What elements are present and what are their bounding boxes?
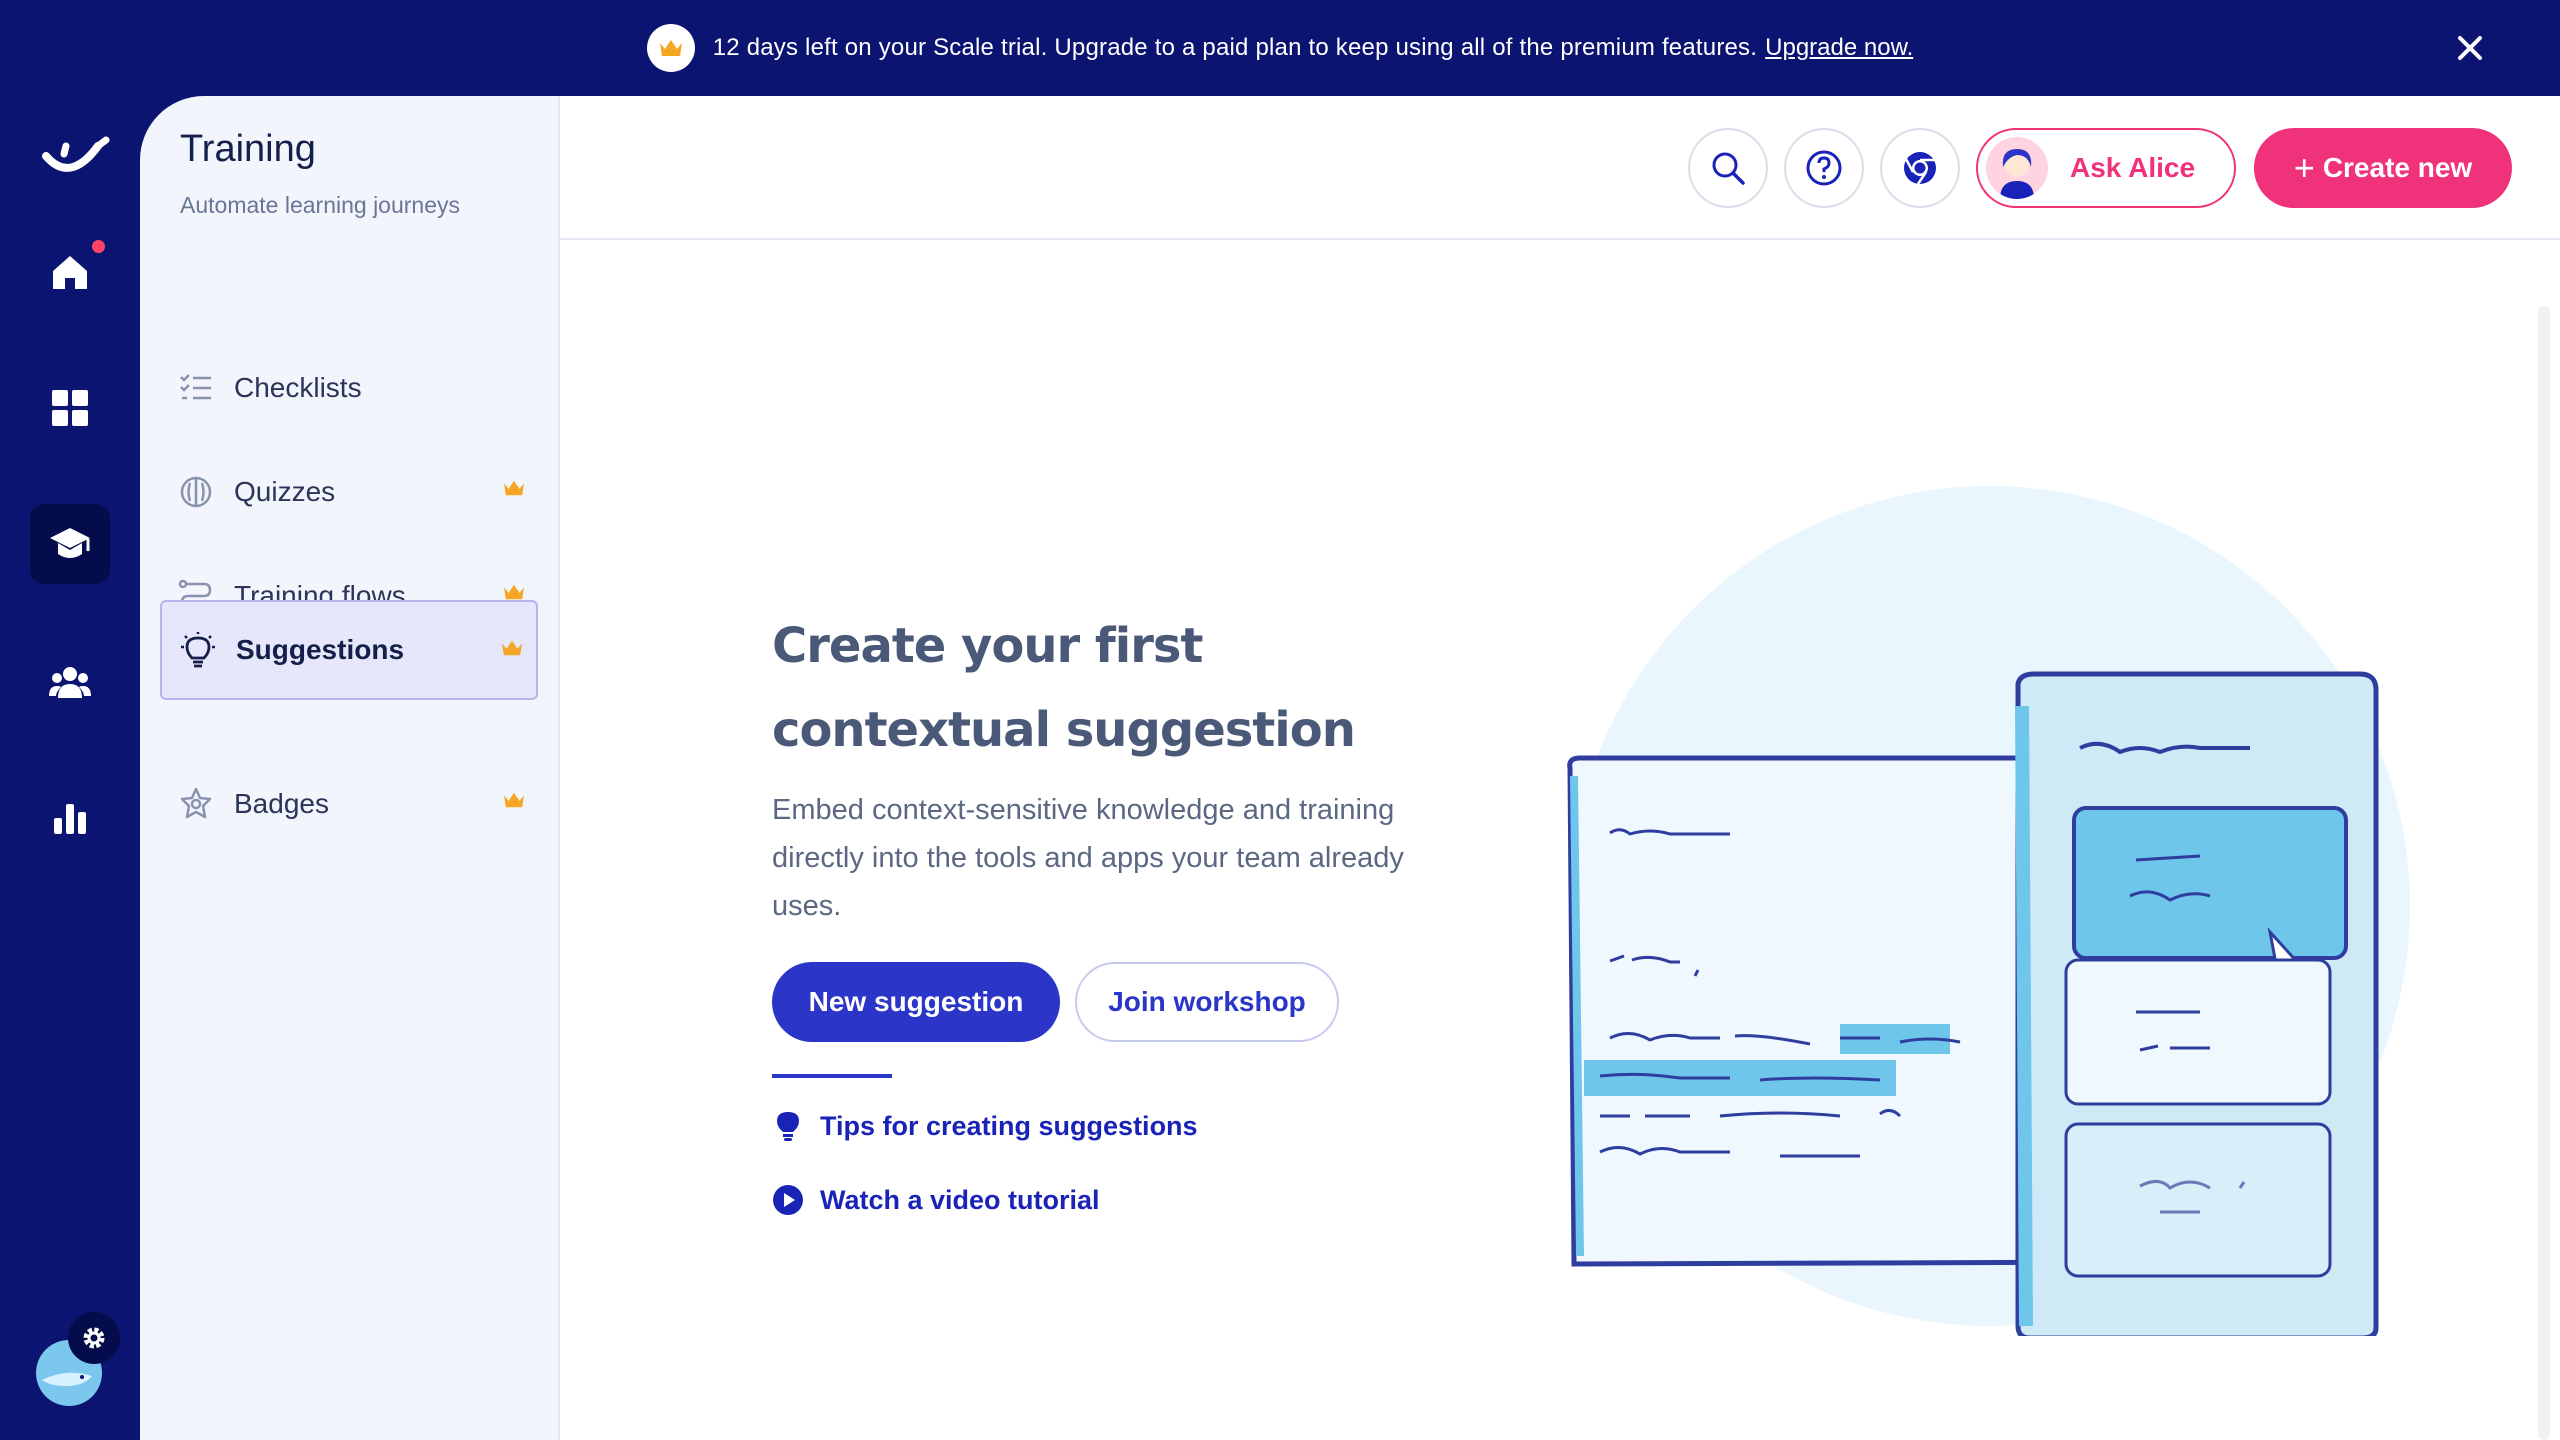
lightbulb-icon bbox=[772, 1110, 804, 1142]
ask-alice-label: Ask Alice bbox=[2070, 152, 2196, 183]
new-suggestion-button[interactable]: New suggestion bbox=[772, 962, 1060, 1042]
tips-link-label: Tips for creating suggestions bbox=[820, 1110, 1198, 1141]
checklist-icon bbox=[176, 368, 216, 408]
lightbulb-icon bbox=[178, 630, 218, 670]
search-icon[interactable] bbox=[1688, 128, 1768, 208]
logo-icon[interactable] bbox=[40, 132, 110, 182]
ask-alice-button[interactable]: Ask Alice bbox=[1976, 128, 2236, 208]
badge-icon bbox=[176, 784, 216, 824]
trial-banner: 12 days left on your Scale trial. Upgrad… bbox=[0, 0, 2560, 96]
analytics-icon[interactable] bbox=[30, 778, 110, 858]
premium-crown-icon bbox=[502, 478, 526, 503]
panel-title: Training bbox=[180, 128, 316, 170]
nav-label: Checklists bbox=[234, 372, 362, 403]
banner-message: 12 days left on your Scale trial. Upgrad… bbox=[712, 34, 1758, 61]
app-rail bbox=[0, 96, 140, 1440]
upgrade-link[interactable]: Upgrade now. bbox=[1765, 34, 1913, 62]
nav-label: Badges bbox=[234, 788, 329, 819]
top-header: Ask Alice + Create new bbox=[560, 96, 2560, 240]
create-new-button[interactable]: + Create new bbox=[2254, 128, 2512, 208]
nav-item-quizzes[interactable]: Quizzes bbox=[160, 442, 538, 542]
crown-icon bbox=[646, 24, 695, 72]
join-workshop-button[interactable]: Join workshop bbox=[1075, 962, 1339, 1042]
empty-state-title: Create your first contextual suggestion bbox=[772, 618, 1356, 758]
nav-label: Quizzes bbox=[234, 476, 336, 507]
play-icon bbox=[772, 1184, 804, 1216]
help-icon[interactable] bbox=[1784, 128, 1864, 208]
premium-crown-icon bbox=[502, 790, 526, 815]
nav-item-suggestions[interactable]: Suggestions bbox=[160, 600, 538, 700]
team-icon[interactable] bbox=[30, 642, 110, 722]
create-new-label: Create new bbox=[2322, 152, 2473, 183]
chrome-extension-icon[interactable] bbox=[1880, 128, 1960, 208]
tips-link[interactable]: Tips for creating suggestions bbox=[772, 1110, 1198, 1142]
nav-label: Suggestions bbox=[236, 634, 405, 665]
nav-item-checklists[interactable]: Checklists bbox=[160, 338, 538, 438]
scrollbar[interactable] bbox=[2538, 306, 2550, 1440]
training-icon[interactable] bbox=[30, 504, 110, 584]
divider bbox=[772, 1074, 892, 1078]
video-tutorial-label: Watch a video tutorial bbox=[820, 1184, 1100, 1215]
close-icon[interactable] bbox=[2452, 30, 2488, 66]
alice-avatar bbox=[1986, 137, 2048, 199]
dashboard-icon[interactable] bbox=[30, 368, 110, 448]
nav-item-badges[interactable]: Badges bbox=[160, 754, 538, 854]
video-tutorial-link[interactable]: Watch a video tutorial bbox=[772, 1184, 1100, 1216]
brain-icon bbox=[176, 472, 216, 512]
training-panel: Training Automate learning journeys Chec… bbox=[140, 96, 560, 1440]
panel-subtitle: Automate learning journeys bbox=[180, 192, 460, 218]
main-content: Ask Alice + Create new Create your first… bbox=[560, 96, 2560, 1440]
premium-crown-icon bbox=[500, 638, 524, 663]
gear-icon[interactable] bbox=[68, 1312, 120, 1364]
empty-state-description: Embed context-sensitive knowledge and tr… bbox=[772, 794, 1404, 922]
notification-dot bbox=[92, 240, 105, 253]
suggestion-illustration bbox=[1550, 476, 2430, 1341]
plus-icon: + bbox=[2293, 147, 2315, 188]
